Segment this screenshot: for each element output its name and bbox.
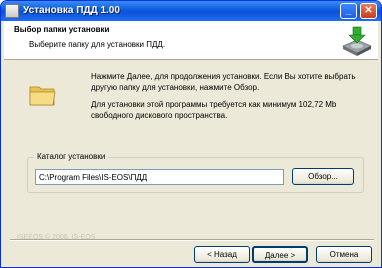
folder-icon bbox=[29, 86, 56, 106]
window-title: Установка ПДД 1.00 bbox=[23, 5, 120, 16]
wizard-body: Нажмите Далее, для продолжения установки… bbox=[4, 61, 378, 241]
install-dir-group: Каталог установки Обзор... bbox=[27, 152, 364, 193]
installer-window: Установка ПДД 1.00 _ ✕ Выбор папки устан… bbox=[0, 0, 382, 268]
app-icon bbox=[5, 4, 19, 18]
install-path-input[interactable] bbox=[35, 169, 284, 185]
browse-button[interactable]: Обзор... bbox=[292, 168, 354, 185]
page-subtitle: Выберите папку для установки ПДД. bbox=[29, 40, 166, 49]
footer-divider bbox=[10, 239, 374, 241]
wizard-header: Выбор папки установки Выберите папку для… bbox=[4, 21, 378, 60]
instruction-text: Нажмите Далее, для продолжения установки… bbox=[91, 72, 356, 92]
back-button[interactable]: < Назад bbox=[194, 246, 250, 263]
minimize-button[interactable]: _ bbox=[340, 3, 357, 19]
cancel-button[interactable]: Отмена bbox=[316, 246, 372, 263]
space-required-text: Для установки этой программы требуется к… bbox=[91, 100, 337, 120]
hard-drive-install-icon bbox=[342, 26, 372, 56]
page-title: Выбор папки установки bbox=[14, 25, 110, 34]
install-dir-label: Каталог установки bbox=[34, 152, 109, 161]
close-button[interactable]: ✕ bbox=[360, 3, 377, 19]
title-bar[interactable]: Установка ПДД 1.00 _ ✕ bbox=[1, 1, 381, 21]
next-button[interactable]: Далее > bbox=[252, 246, 308, 263]
